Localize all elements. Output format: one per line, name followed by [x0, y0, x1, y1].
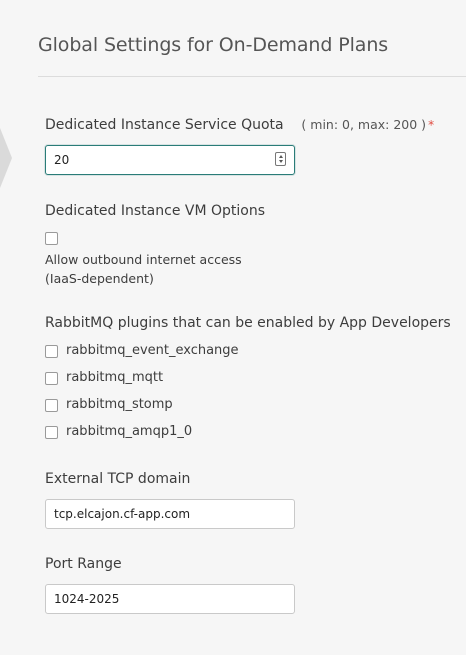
- plugin-checkbox-event-exchange[interactable]: [45, 345, 58, 358]
- port-range-input[interactable]: [45, 584, 295, 614]
- quota-label-text: Dedicated Instance Service Quota: [45, 117, 284, 133]
- plugin-checkbox-mqtt[interactable]: [45, 372, 58, 385]
- plugin-label-mqtt: rabbitmq_mqtt: [66, 370, 164, 385]
- tcp-domain-label: External TCP domain: [45, 471, 191, 487]
- plugin-label-amqp1: rabbitmq_amqp1_0: [66, 424, 193, 439]
- vm-options-label: Dedicated Instance VM Options: [45, 203, 266, 219]
- quota-label: Dedicated Instance Service Quota ( min: …: [45, 117, 434, 133]
- port-range-label: Port Range: [45, 556, 122, 572]
- page-title: Global Settings for On-Demand Plans: [38, 34, 389, 56]
- plugin-label-stomp: rabbitmq_stomp: [66, 397, 173, 412]
- plugin-checkbox-stomp[interactable]: [45, 399, 58, 412]
- plugins-label: RabbitMQ plugins that can be enabled by …: [45, 315, 451, 331]
- number-stepper-icon[interactable]: [275, 152, 286, 166]
- outbound-internet-checkbox[interactable]: [45, 232, 58, 245]
- plugin-label-event-exchange: rabbitmq_event_exchange: [66, 343, 239, 358]
- collapse-arrow-icon[interactable]: [0, 128, 12, 188]
- outbound-internet-label: Allow outbound internet access (IaaS-dep…: [45, 252, 242, 286]
- quota-input[interactable]: [45, 145, 295, 175]
- plugin-checkbox-amqp1[interactable]: [45, 426, 58, 439]
- quota-hint: ( min: 0, max: 200 ): [301, 117, 427, 132]
- tcp-domain-input[interactable]: [45, 499, 295, 529]
- required-marker: *: [428, 118, 435, 132]
- title-divider: [38, 76, 466, 77]
